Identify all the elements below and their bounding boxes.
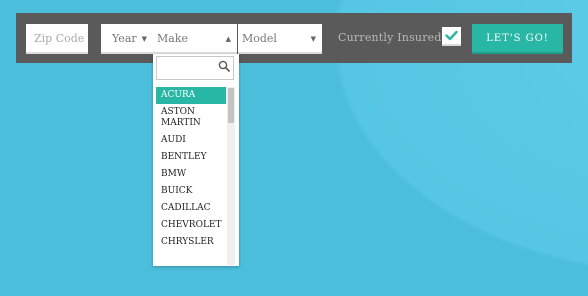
make-option-list: ACURA ASTON MARTIN AUDI BENTLEY BMW BUIC… [156, 87, 226, 265]
make-label: Make [157, 32, 188, 45]
make-option[interactable]: ASTON MARTIN [156, 104, 226, 132]
zip-code-input[interactable] [26, 24, 88, 52]
check-icon [445, 30, 458, 41]
year-label: Year [112, 32, 137, 45]
make-dropdown-scrollbar[interactable] [227, 87, 235, 265]
year-select[interactable]: Year ▼ [101, 24, 153, 54]
zip-code-field[interactable] [26, 24, 88, 54]
make-option[interactable]: BENTLEY [156, 149, 226, 166]
caret-down-icon: ▼ [141, 35, 147, 43]
lets-go-button[interactable]: LET'S GO! [472, 24, 563, 54]
model-select[interactable]: Model ▼ [238, 24, 322, 54]
make-option[interactable]: BUICK [156, 183, 226, 200]
make-option[interactable]: AUDI [156, 132, 226, 149]
scrollbar-thumb[interactable] [228, 88, 234, 123]
make-dropdown: ACURA ASTON MARTIN AUDI BENTLEY BMW BUIC… [153, 54, 239, 266]
make-option[interactable]: BMW [156, 166, 226, 183]
make-option[interactable]: CHEVROLET [156, 217, 226, 234]
make-select[interactable]: Make ▲ [153, 24, 237, 54]
make-option[interactable]: ACURA [156, 87, 226, 104]
currently-insured-label: Currently Insured? [338, 31, 448, 44]
search-icon [218, 60, 230, 72]
caret-up-icon: ▲ [225, 35, 231, 43]
model-label: Model [242, 32, 277, 45]
make-option[interactable]: CADILLAC [156, 200, 226, 217]
make-search-input[interactable] [156, 56, 234, 80]
caret-down-icon: ▼ [310, 35, 316, 43]
make-option[interactable]: CHRYSLER [156, 234, 226, 251]
currently-insured-checkbox[interactable] [442, 27, 461, 46]
